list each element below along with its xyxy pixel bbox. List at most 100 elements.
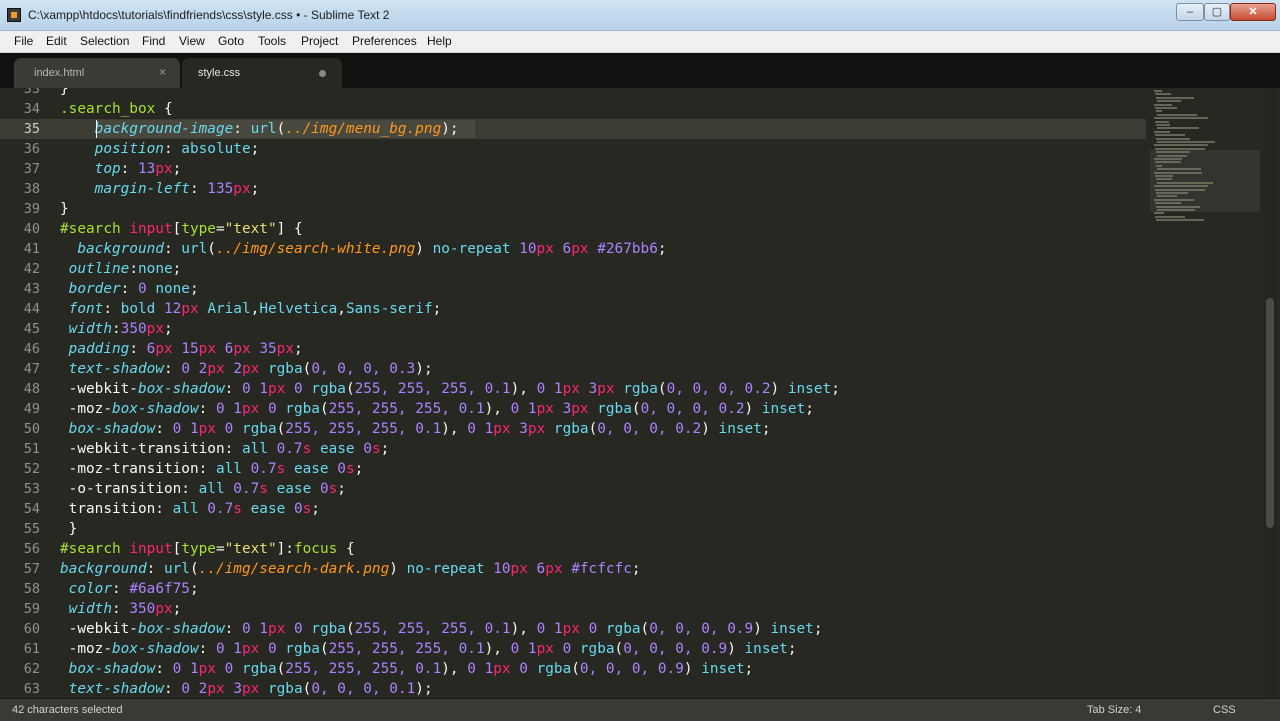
code-token: inset [744, 641, 788, 657]
close-tab-icon[interactable]: × [159, 65, 166, 79]
minimize-button[interactable]: – [1176, 3, 1204, 21]
code-token: px [155, 341, 182, 357]
code-line[interactable]: .search_box { [60, 99, 173, 119]
unsaved-dot-icon[interactable] [319, 70, 326, 77]
code-line[interactable]: } [60, 199, 69, 219]
code-editor[interactable]: 33 34 35 36 37 38 39 40 41 42 43 44 45 4… [0, 88, 1280, 698]
code-token: ; [189, 581, 199, 597]
code-token: 0 1 [510, 401, 537, 417]
menu-selection[interactable]: Selection [80, 34, 129, 48]
code-token: ; [831, 381, 840, 397]
menu-edit[interactable]: Edit [46, 34, 67, 48]
scrollbar-thumb[interactable] [1266, 298, 1274, 528]
code-token: no-repeat [406, 561, 494, 577]
code-line[interactable]: padding: 6px 15px 6px 35px; [60, 339, 303, 359]
code-token: px [155, 601, 173, 617]
code-token: ; [250, 141, 260, 157]
tab-index-html[interactable]: index.html × [14, 58, 180, 88]
maximize-button[interactable]: ▢ [1204, 3, 1230, 21]
code-line[interactable]: background: url(../img/search-dark.png) … [60, 559, 641, 579]
menu-find[interactable]: Find [142, 34, 165, 48]
code-token: #fcfcfc [571, 561, 632, 577]
minimap-line [1156, 151, 1190, 154]
code-line[interactable]: width: 350px; [60, 599, 182, 619]
code-token: rgba [623, 381, 658, 397]
code-line[interactable]: -webkit-box-shadow: 0 1px 0 rgba(255, 25… [60, 379, 840, 399]
code-token: 255, 255, 255, 0.1 [354, 621, 511, 637]
code-line[interactable]: text-shadow: 0 2px 2px rgba(0, 0, 0, 0.3… [60, 359, 433, 379]
code-line[interactable]: -webkit-transition: all 0.7s ease 0s; [60, 439, 390, 459]
code-line[interactable]: -moz-box-shadow: 0 1px 0 rgba(255, 255, … [60, 399, 814, 419]
code-line[interactable]: } [60, 519, 78, 539]
minimap-line [1155, 107, 1177, 109]
vertical-scrollbar[interactable] [1263, 88, 1277, 698]
code-token: 0 1 [467, 421, 494, 437]
code-line[interactable]: background-image: url(../img/menu_bg.png… [60, 119, 459, 139]
menu-project[interactable]: Project [301, 34, 338, 48]
code-token: px [233, 341, 260, 357]
menu-help[interactable]: Help [427, 34, 452, 48]
minimap[interactable] [1148, 88, 1260, 698]
line-number-gutter: 33 34 35 36 37 38 39 40 41 42 43 44 45 4… [0, 88, 46, 698]
code-token: #search [60, 541, 130, 557]
code-line[interactable]: position: absolute; [60, 139, 260, 159]
code-token: margin-left [94, 181, 190, 197]
line-number: 46 [23, 341, 40, 357]
code-token: ( [345, 381, 355, 397]
code-line[interactable]: text-shadow: 0 2px 3px rgba(0, 0, 0, 0.1… [60, 679, 433, 698]
code-token: ( [207, 241, 216, 257]
menu-preferences[interactable]: Preferences [352, 34, 417, 48]
code-line[interactable]: -moz-transition: all 0.7s ease 0s; [60, 459, 364, 479]
code-line[interactable]: margin-left: 135px; [60, 179, 260, 199]
menu-goto[interactable]: Goto [218, 34, 244, 48]
code-line[interactable]: width:350px; [60, 319, 173, 339]
syntax-selector[interactable]: CSS [1213, 704, 1236, 716]
code-line[interactable]: -o-transition: all 0.7s ease 0s; [60, 479, 346, 499]
code-token: : [112, 321, 121, 337]
tab-style-css[interactable]: style.css [182, 58, 342, 88]
code-line[interactable]: } [60, 88, 69, 99]
menu-view[interactable]: View [179, 34, 205, 48]
code-token: } [60, 88, 69, 97]
code-line[interactable]: box-shadow: 0 1px 0 rgba(255, 255, 255, … [60, 419, 771, 439]
code-line[interactable]: color: #6a6f75; [60, 579, 199, 599]
menu-file[interactable]: File [14, 34, 33, 48]
minimap-line [1157, 141, 1215, 143]
code-token: inset [718, 421, 762, 437]
code-token: : [224, 621, 242, 637]
code-token: ( [571, 661, 580, 677]
code-line[interactable]: -webkit-box-shadow: 0 1px 0 rgba(255, 25… [60, 619, 823, 639]
minimap-line [1154, 117, 1208, 120]
code-line[interactable]: font: bold 12px Arial,Helvetica,Sans-ser… [60, 299, 442, 319]
code-token: ( [345, 621, 355, 637]
minimap-line [1154, 212, 1164, 215]
code-token: Helvetica [259, 301, 338, 317]
minimap-line [1154, 90, 1162, 92]
code-line[interactable]: -moz-box-shadow: 0 1px 0 rgba(255, 255, … [60, 639, 797, 659]
code-token: : [146, 561, 164, 577]
code-line[interactable]: transition: all 0.7s ease 0s; [60, 499, 320, 519]
tab-size-selector[interactable]: Tab Size: 4 [1087, 704, 1141, 716]
code-token: url [163, 561, 190, 577]
code-line[interactable]: top: 13px; [60, 159, 182, 179]
close-window-button[interactable]: ✕ [1230, 3, 1276, 21]
line-number: 57 [23, 561, 40, 577]
code-line[interactable]: #search input[type="text"]:focus { [60, 539, 355, 559]
code-line[interactable]: background: url(../img/search-white.png)… [60, 239, 666, 259]
code-line[interactable]: border: 0 none; [60, 279, 199, 299]
code-token: Arial [207, 301, 251, 317]
code-token: box-shadow [68, 421, 156, 437]
minimap-line [1154, 144, 1208, 147]
code-token: : [189, 181, 208, 197]
code-line[interactable]: outline:none; [60, 259, 182, 279]
menu-tools[interactable]: Tools [258, 34, 286, 48]
code-line[interactable]: #search input[type="text"] { [60, 219, 303, 239]
code-token: px [181, 301, 208, 317]
code-token: ; [164, 321, 173, 337]
code-token: ; [189, 281, 199, 297]
line-number: 41 [23, 241, 40, 257]
code-line[interactable]: box-shadow: 0 1px 0 rgba(255, 255, 255, … [60, 659, 754, 679]
